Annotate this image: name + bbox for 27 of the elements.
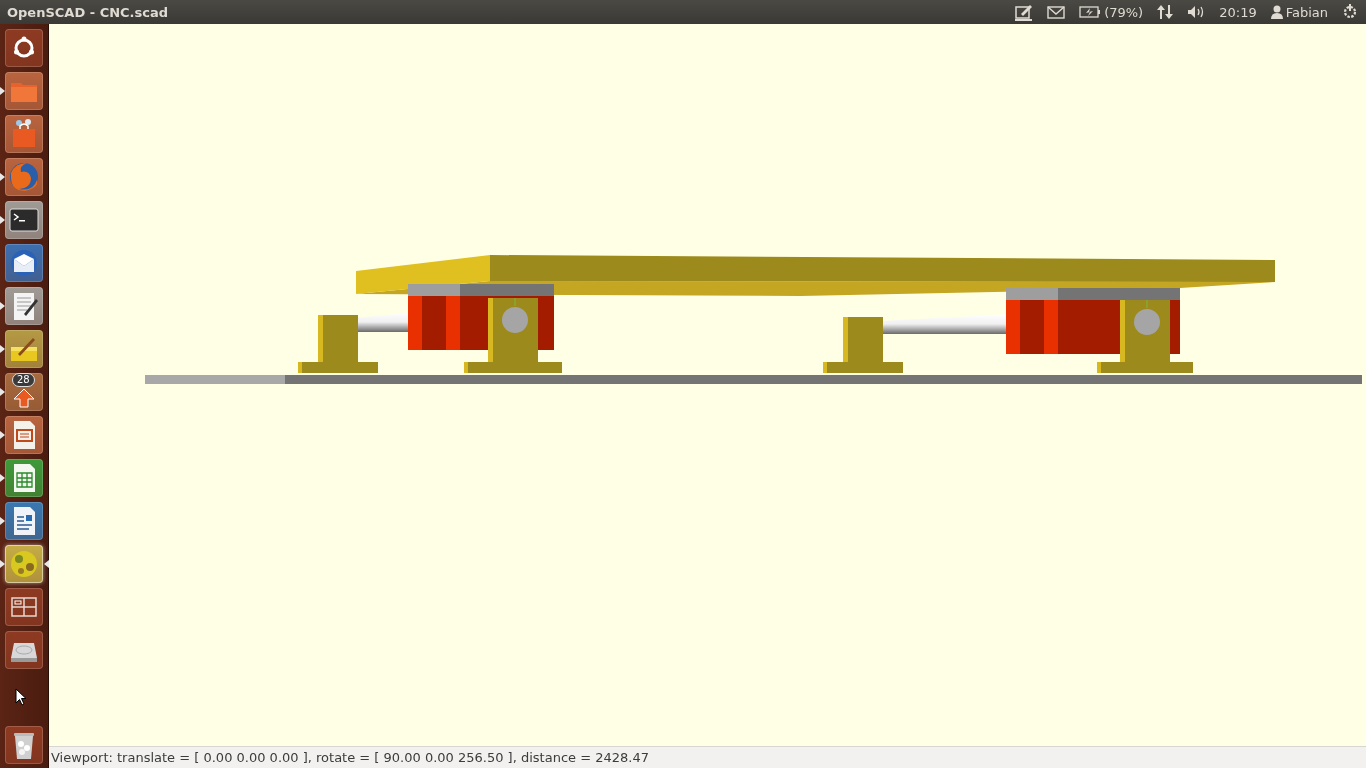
window-grid-icon[interactable] [5, 588, 43, 626]
shopping-bag-icon[interactable] [5, 115, 43, 153]
update-count-button[interactable]: 28 [5, 373, 43, 411]
battery-icon[interactable] [1079, 6, 1102, 18]
viewport-status-text: Viewport: translate = [ 0.00 0.00 0.00 ], rotate = [ 90.00 0.00 256.50 ], distance = 2428.47 [51, 750, 649, 765]
speaker-icon[interactable] [1187, 5, 1206, 19]
pencil-note-icon[interactable] [1015, 3, 1034, 21]
text-document-icon[interactable] [5, 502, 43, 540]
user-name[interactable]: Fabian [1285, 4, 1328, 20]
envelope-icon[interactable] [1047, 5, 1066, 19]
notepad-pencil-icon[interactable] [5, 287, 43, 325]
spreadsheet-icon[interactable] [5, 459, 43, 497]
up-arrow-icon [13, 388, 35, 408]
up-down-arrows-icon[interactable] [1157, 4, 1174, 20]
presentation-document-icon[interactable] [5, 416, 43, 454]
gear-icon[interactable] [1342, 4, 1358, 20]
notepad-icon[interactable] [5, 330, 43, 368]
clock-time[interactable]: 20:19 [1219, 4, 1257, 20]
mouse-pointer-icon [15, 688, 27, 706]
envelope-icon[interactable] [5, 244, 43, 282]
ring-icon[interactable] [5, 29, 43, 67]
hard-drive-icon[interactable] [5, 631, 43, 669]
person-icon[interactable] [1270, 5, 1283, 19]
trash-can-icon[interactable] [5, 726, 43, 764]
window-title: OpenSCAD - CNC.scad [7, 4, 170, 20]
terminal-icon[interactable] [5, 201, 43, 239]
battery-percentage: (79%) [1104, 4, 1144, 20]
